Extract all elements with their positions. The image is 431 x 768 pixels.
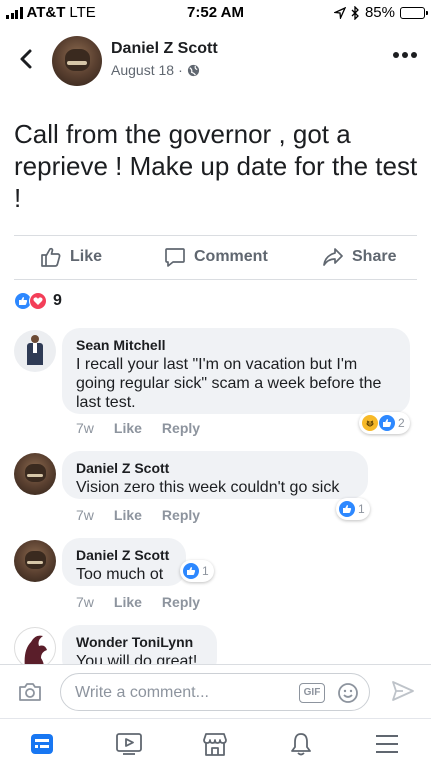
comment-text: You will do great! bbox=[76, 653, 198, 664]
comment-bubble[interactable]: Daniel Z Scott Vision zero this week cou… bbox=[62, 451, 368, 499]
comment-like-button[interactable]: Like bbox=[114, 507, 142, 523]
comment-time: 7w bbox=[76, 594, 94, 610]
commenter-name[interactable]: Sean Mitchell bbox=[76, 337, 396, 353]
news-feed-icon[interactable] bbox=[29, 731, 55, 757]
share-icon bbox=[323, 248, 343, 266]
love-reaction-icon bbox=[29, 292, 47, 310]
comment-icon bbox=[165, 248, 185, 267]
comment-text: Too much ot bbox=[76, 566, 164, 583]
commenter-avatar[interactable] bbox=[14, 540, 56, 582]
post-author-name[interactable]: Daniel Z Scott bbox=[111, 40, 218, 58]
comment-reaction-count: 2 bbox=[398, 416, 405, 430]
comment-reactions[interactable]: 1 bbox=[180, 560, 214, 582]
commenter-avatar[interactable] bbox=[14, 627, 56, 664]
share-button[interactable]: Share bbox=[322, 246, 396, 268]
status-right: 85% bbox=[333, 4, 428, 21]
comment-bubble[interactable]: Wonder ToniLynn You will do great! bbox=[62, 625, 217, 664]
comment-time: 7w bbox=[76, 420, 94, 436]
silhouette-logo bbox=[24, 635, 47, 664]
like-reaction-icon bbox=[338, 500, 356, 518]
comment-text: Vision zero this week couldn't go sick bbox=[76, 479, 340, 496]
comment-label: Comment bbox=[194, 248, 268, 265]
post-text: Call from the governor , got a reprieve … bbox=[14, 119, 418, 213]
comment-button[interactable]: Comment bbox=[164, 246, 268, 268]
comment-reactions[interactable]: 2 bbox=[359, 412, 410, 434]
comment-input[interactable]: Write a comment... GIF bbox=[60, 673, 370, 711]
thumbs-up-icon bbox=[41, 247, 61, 267]
comment-reply-button[interactable]: Reply bbox=[162, 507, 200, 523]
comment-bubble[interactable]: Daniel Z Scott Too much ot bbox=[62, 538, 186, 586]
post-date[interactable]: August 18 bbox=[111, 62, 174, 78]
location-icon bbox=[333, 6, 346, 19]
post-meta: August 18 · bbox=[111, 62, 200, 78]
marketplace-icon[interactable] bbox=[201, 731, 229, 757]
comment-like-button[interactable]: Like bbox=[114, 420, 142, 436]
emoji-icon[interactable] bbox=[337, 682, 359, 704]
commenter-name[interactable]: Wonder ToniLynn bbox=[76, 634, 203, 650]
reactions-count: 9 bbox=[53, 292, 62, 309]
comment-footer: 7w Like Reply bbox=[76, 420, 200, 436]
menu-icon[interactable] bbox=[374, 731, 400, 757]
globe-icon bbox=[187, 64, 199, 76]
author-avatar[interactable] bbox=[52, 36, 102, 86]
comment-reply-button[interactable]: Reply bbox=[162, 594, 200, 610]
post-actions-bar: Like Comment Share bbox=[14, 235, 417, 280]
commenter-name[interactable]: Daniel Z Scott bbox=[76, 460, 354, 476]
comment-time: 7w bbox=[76, 507, 94, 523]
comment: Wonder ToniLynn You will do great! bbox=[0, 625, 431, 664]
post-header: Daniel Z Scott August 18 · bbox=[0, 30, 431, 90]
comment-footer: 7w Like Reply bbox=[76, 507, 200, 523]
commenter-name[interactable]: Daniel Z Scott bbox=[76, 547, 172, 563]
watch-icon[interactable] bbox=[115, 731, 143, 757]
haha-reaction-icon bbox=[361, 414, 379, 432]
battery-icon bbox=[400, 6, 428, 19]
bluetooth-icon bbox=[351, 5, 359, 20]
commenter-avatar[interactable] bbox=[14, 330, 56, 372]
camera-icon[interactable] bbox=[18, 681, 42, 703]
comment-input-placeholder: Write a comment... bbox=[75, 684, 209, 701]
comment-text: I recall your last "I'm on vacation but … bbox=[76, 356, 382, 411]
share-label: Share bbox=[352, 248, 397, 265]
gif-button[interactable]: GIF bbox=[299, 683, 325, 703]
like-reaction-icon bbox=[182, 562, 200, 580]
comment-reaction-count: 1 bbox=[202, 564, 209, 578]
like-button[interactable]: Like bbox=[40, 246, 102, 268]
comment-like-button[interactable]: Like bbox=[114, 594, 142, 610]
comment-reaction-count: 1 bbox=[358, 502, 365, 516]
commenter-avatar[interactable] bbox=[14, 453, 56, 495]
comment-reply-button[interactable]: Reply bbox=[162, 420, 200, 436]
bottom-tab-bar bbox=[0, 718, 431, 768]
comment-reactions[interactable]: 1 bbox=[336, 498, 370, 520]
comment-footer: 7w Like Reply bbox=[76, 594, 200, 610]
status-bar: AT&T LTE 7:52 AM 85% bbox=[0, 0, 431, 24]
notifications-bell-icon[interactable] bbox=[288, 731, 314, 757]
battery-percent: 85% bbox=[364, 4, 395, 21]
reactions-summary[interactable]: 9 bbox=[14, 292, 62, 310]
send-icon[interactable] bbox=[391, 680, 415, 702]
like-reaction-icon bbox=[378, 414, 396, 432]
back-arrow-icon[interactable] bbox=[16, 48, 38, 70]
comment-composer: Write a comment... GIF bbox=[0, 664, 431, 718]
comment-bubble[interactable]: Sean Mitchell I recall your last "I'm on… bbox=[62, 328, 410, 414]
more-options-button[interactable] bbox=[393, 52, 417, 58]
like-label: Like bbox=[70, 248, 103, 265]
